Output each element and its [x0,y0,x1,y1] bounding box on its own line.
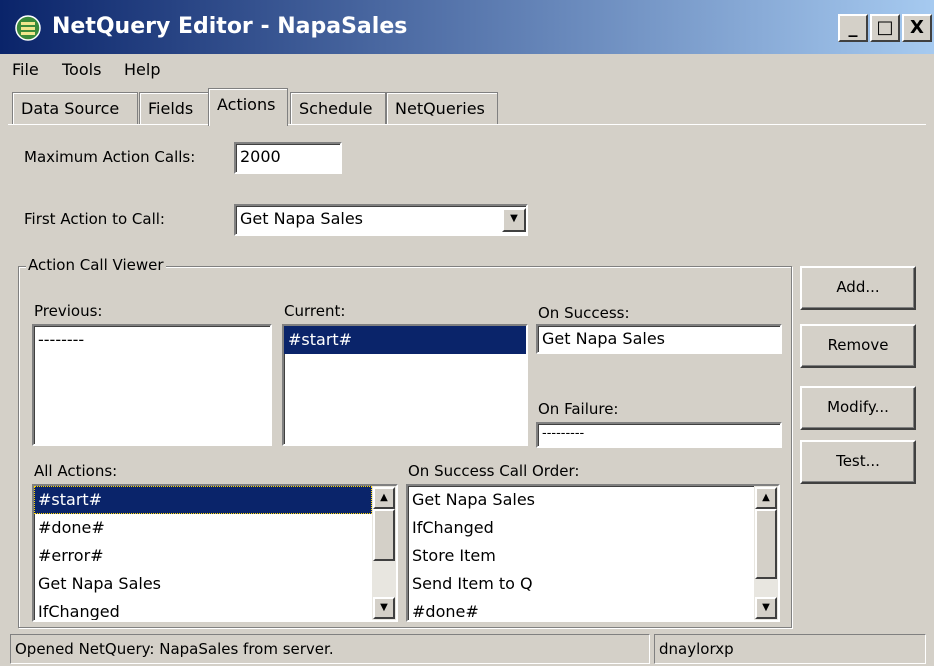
window-title: NetQuery Editor - NapaSales [52,14,408,39]
status-user: dnaylorxp [654,634,926,664]
action-call-viewer-title: Action Call Viewer [26,256,166,274]
tab-netqueries[interactable]: NetQueries [386,92,498,124]
previous-label: Previous: [34,302,103,320]
minimize-button[interactable]: _ [838,14,868,42]
first-action-select[interactable]: Get Napa Sales [234,204,528,236]
on-failure-field[interactable]: --------- [536,422,782,448]
chevron-down-icon[interactable]: ▼ [502,208,526,232]
max-calls-input[interactable]: 2000 [234,142,342,174]
maximize-button[interactable]: □ [870,14,900,42]
tab-schedule[interactable]: Schedule [290,92,386,124]
status-message: Opened NetQuery: NapaSales from server. [10,634,650,664]
list-item[interactable]: -------- [34,326,270,354]
list-item[interactable]: #error# [34,542,396,570]
scroll-up-icon[interactable]: ▲ [755,487,777,509]
on-failure-label: On Failure: [538,400,619,418]
all-actions-label: All Actions: [34,462,118,480]
current-list[interactable]: #start# [282,324,528,446]
previous-list[interactable]: -------- [32,324,272,446]
list-item[interactable]: IfChanged [34,598,396,620]
scroll-thumb[interactable] [755,509,777,579]
menu-file[interactable]: File [12,60,39,79]
close-button[interactable]: X [902,14,932,42]
tab-actions[interactable]: Actions [208,88,288,126]
list-item[interactable]: #done# [408,598,778,620]
modify-button[interactable]: Modify... [800,386,916,430]
scroll-down-icon[interactable]: ▼ [373,597,395,619]
list-item[interactable]: Get Napa Sales [408,486,778,514]
call-order-label: On Success Call Order: [408,462,580,480]
first-action-label: First Action to Call: [24,210,165,228]
first-action-value: Get Napa Sales [240,209,364,228]
scroll-down-icon[interactable]: ▼ [755,597,777,619]
max-calls-label: Maximum Action Calls: [24,148,196,166]
scroll-up-icon[interactable]: ▲ [373,487,395,509]
add-button[interactable]: Add... [800,266,916,310]
list-item[interactable]: Store Item [408,542,778,570]
on-success-field[interactable]: Get Napa Sales [536,324,782,354]
test-button[interactable]: Test... [800,440,916,484]
all-actions-list[interactable]: #start# #done# #error# Get Napa Sales If… [32,484,398,622]
list-item[interactable]: Get Napa Sales [34,570,396,598]
tab-data-source[interactable]: Data Source [12,92,138,124]
tab-fields[interactable]: Fields [139,92,209,124]
list-item[interactable]: IfChanged [408,514,778,542]
list-item[interactable]: Send Item to Q [408,570,778,598]
menu-help[interactable]: Help [124,60,160,79]
menu-tools[interactable]: Tools [62,60,101,79]
list-item[interactable]: #start# [34,486,372,514]
current-label: Current: [284,302,346,320]
app-icon [15,15,41,41]
scroll-thumb[interactable] [373,509,395,561]
call-order-list[interactable]: Get Napa Sales IfChanged Store Item Send… [406,484,780,622]
list-item[interactable]: #start# [284,326,526,354]
remove-button[interactable]: Remove [800,324,916,368]
on-success-label: On Success: [538,304,630,322]
list-item[interactable]: #done# [34,514,396,542]
